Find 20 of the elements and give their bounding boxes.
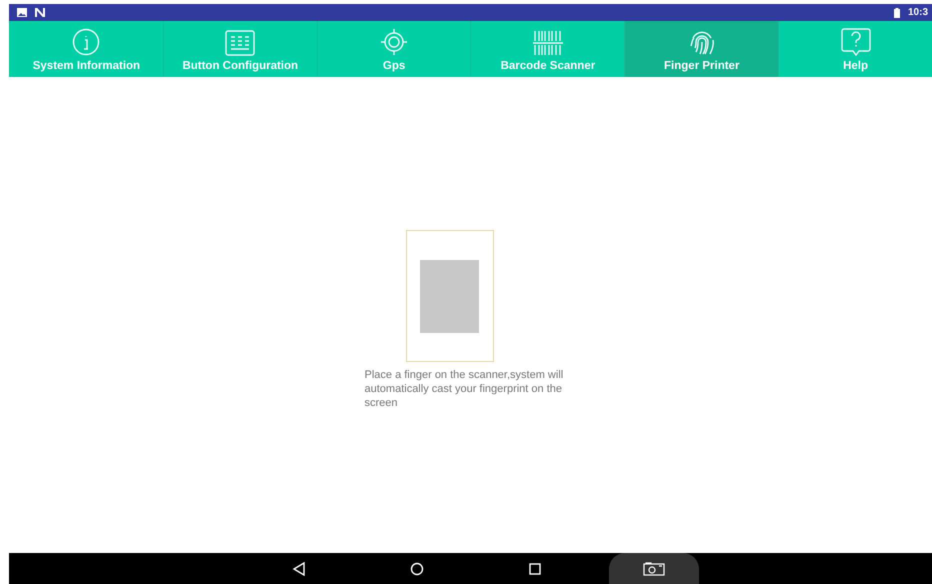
keyboard-icon (225, 30, 256, 56)
camera-icon (643, 562, 665, 576)
info-icon (72, 28, 100, 56)
instruction-text: Place a finger on the scanner,system will automatically cast your fingerprint on the screen (364, 368, 564, 410)
nav-tab[interactable]: Gps (316, 21, 470, 77)
nav-tab[interactable]: System Information (9, 21, 163, 77)
clock-time: 10:3 (908, 7, 928, 18)
gps-icon (380, 28, 408, 56)
notification-icon (35, 8, 45, 17)
home-icon[interactable] (410, 562, 424, 576)
back-icon[interactable] (292, 562, 306, 576)
nav-tab[interactable]: Button Configuration (162, 21, 317, 77)
screenshot-button[interactable] (609, 553, 699, 584)
nav-tab[interactable]: Finger Printer (624, 21, 778, 77)
nav-tab[interactable]: Help (778, 21, 932, 77)
recents-icon[interactable] (528, 562, 542, 576)
image-icon (17, 8, 27, 17)
barcode-icon (532, 30, 563, 56)
battery-icon (894, 8, 900, 18)
help-icon (840, 28, 871, 56)
